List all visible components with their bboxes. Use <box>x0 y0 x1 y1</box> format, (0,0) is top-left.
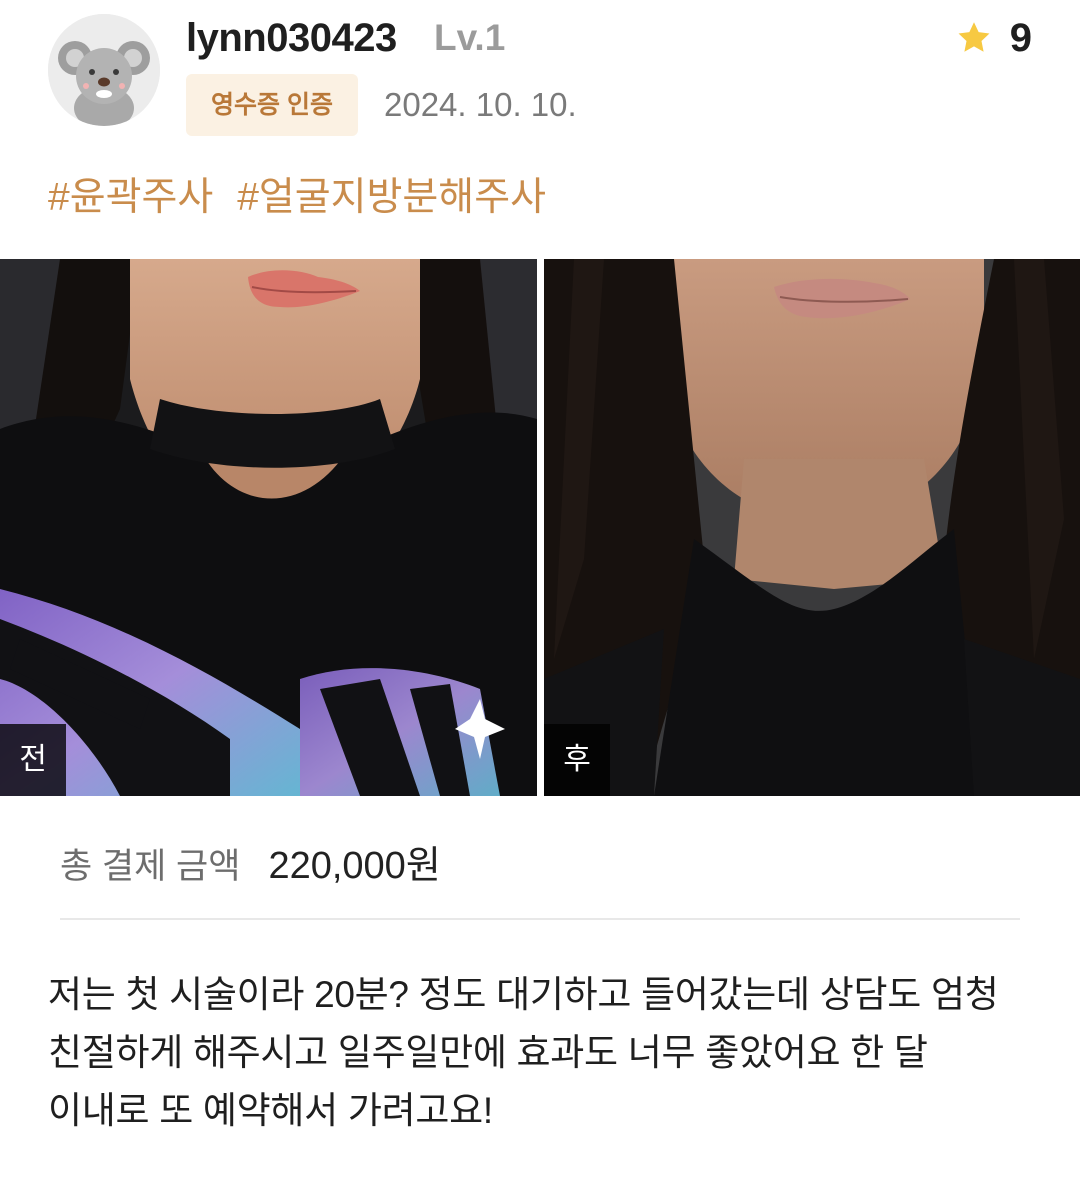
review-text: 저는 첫 시술이라 20분? 정도 대기하고 들어갔는데 상담도 엄청 친절하게… <box>48 974 999 1131</box>
koala-avatar-icon[interactable] <box>48 14 160 126</box>
after-label: 후 <box>544 724 610 796</box>
divider <box>60 918 1020 920</box>
review-date: 2024. 10. 10. <box>384 86 577 123</box>
payment-amount: 220,000원 <box>268 845 441 887</box>
hashtag[interactable]: #얼굴지방분해주사 <box>237 172 546 224</box>
hashtag[interactable]: #윤곽주사 <box>48 172 213 224</box>
payment-summary: 총 결제 금액 220,000원 <box>60 834 441 889</box>
author-level: Lv.1 <box>434 17 506 58</box>
before-after-photos: 전 후 <box>0 259 1080 796</box>
rating: 9 <box>956 12 1032 64</box>
before-photo[interactable]: 전 <box>0 259 537 796</box>
rating-value: 9 <box>1009 15 1032 60</box>
payment-label: 총 결제 금액 <box>60 847 241 886</box>
star-icon <box>958 22 990 52</box>
after-photo[interactable]: 후 <box>544 259 1080 796</box>
before-label: 전 <box>0 724 66 796</box>
receipt-verified-badge: 영수증 인증 <box>186 74 358 136</box>
review-header: lynn030423 Lv.1 영수증 인증 2024. 10. 10. 9 <box>0 0 1080 150</box>
author-username[interactable]: lynn030423 <box>186 12 397 64</box>
hashtag-list: #윤곽주사 #얼굴지방분해주사 <box>48 172 546 224</box>
